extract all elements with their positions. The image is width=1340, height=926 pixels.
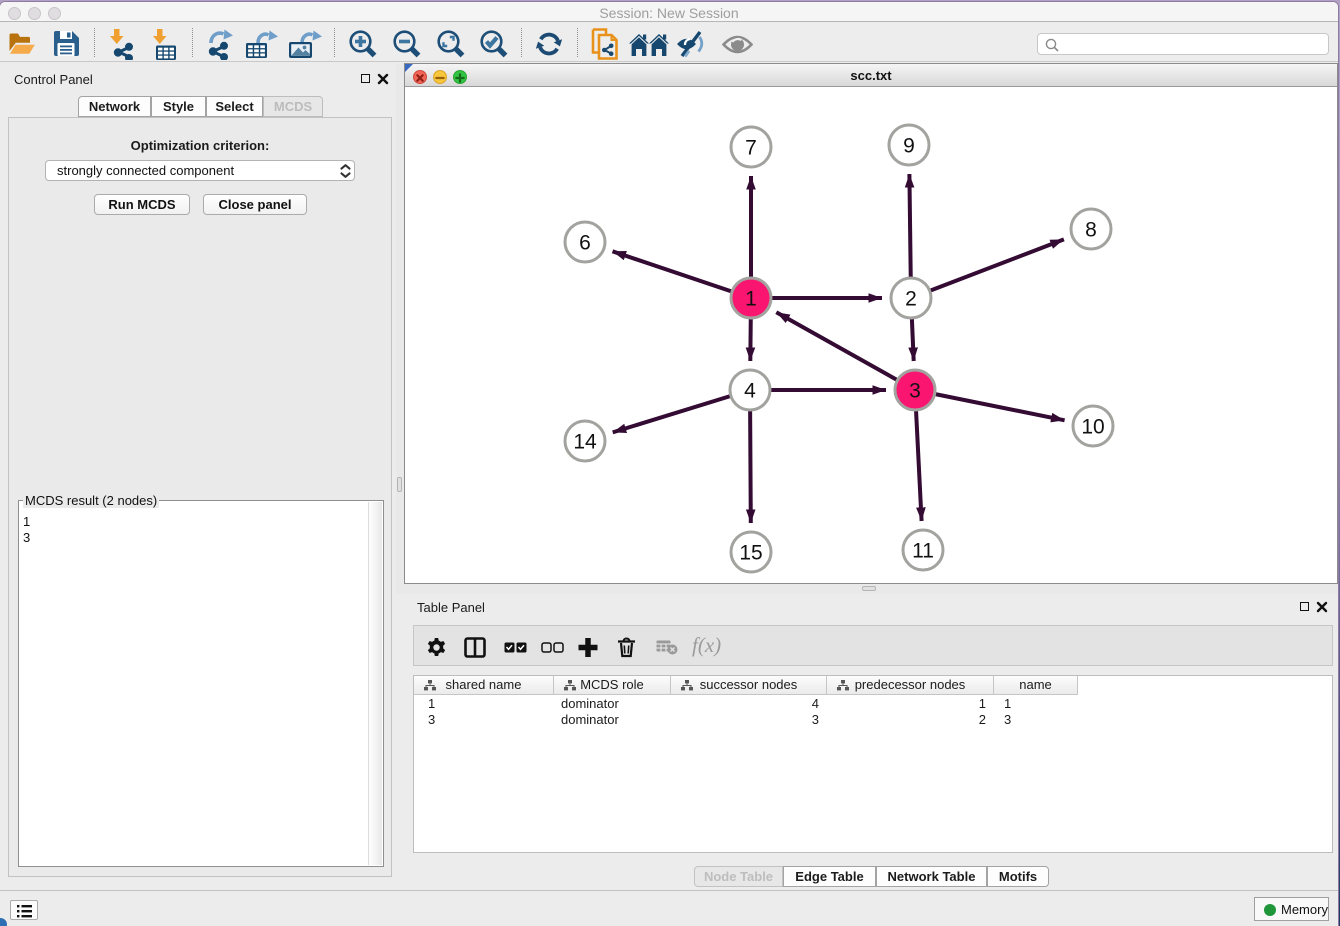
svg-text:1: 1 [745,288,757,311]
svg-text:8: 8 [1085,219,1097,242]
svg-text:11: 11 [912,540,934,563]
svg-text:6: 6 [579,232,591,255]
svg-text:3: 3 [909,380,921,403]
svg-text:15: 15 [739,542,762,565]
svg-text:4: 4 [744,380,756,403]
svg-text:7: 7 [745,137,757,160]
svg-text:9: 9 [903,135,915,158]
svg-text:14: 14 [573,431,597,454]
svg-text:10: 10 [1081,416,1104,439]
svg-text:2: 2 [905,288,917,311]
